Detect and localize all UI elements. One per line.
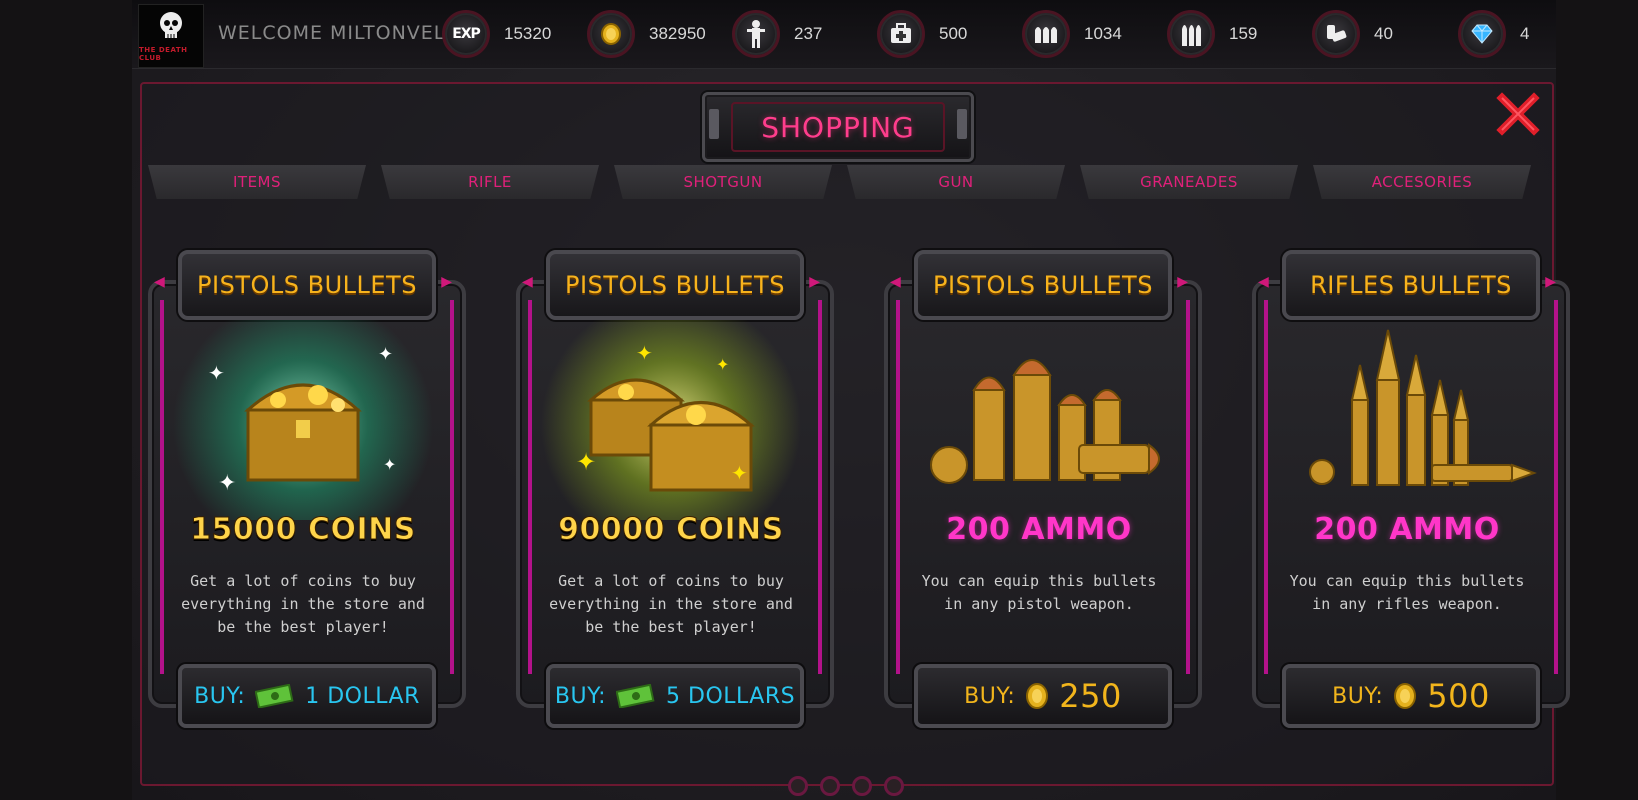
stat-diamonds: 4 bbox=[1458, 10, 1529, 58]
buy-label: BUY: bbox=[964, 683, 1016, 709]
pagination-dots bbox=[788, 776, 904, 796]
card-amount: 200 AMMO bbox=[946, 512, 1132, 547]
product-card-90000-coins: ◀ ▶ PISTOLS BULLETS ✦ ✦ ✦ ✦ 90000 COINS Ge… bbox=[506, 250, 836, 730]
game-logo: THE DEATH CLUB bbox=[138, 4, 204, 68]
arrow-right-icon[interactable]: ▶ bbox=[1545, 274, 1556, 290]
stat-shells: 40 bbox=[1312, 10, 1393, 58]
buy-button[interactable]: BUY: 250 bbox=[914, 664, 1172, 728]
exp-icon: EXP bbox=[442, 10, 490, 58]
buy-button[interactable]: BUY: 5 DOLLARS bbox=[546, 664, 804, 728]
pistol-bullets-icon bbox=[930, 359, 1160, 484]
svg-text:✦: ✦ bbox=[208, 361, 225, 385]
treasure-chest-icon: ✦ ✦ ✦ ✦ bbox=[173, 320, 433, 520]
svg-text:✦: ✦ bbox=[576, 448, 596, 476]
page-dot[interactable] bbox=[852, 776, 872, 796]
treasure-chests-icon: ✦ ✦ ✦ ✦ bbox=[541, 320, 801, 520]
buy-label: BUY: bbox=[1332, 683, 1384, 709]
svg-text:✦: ✦ bbox=[378, 344, 393, 365]
buy-price: 500 bbox=[1427, 677, 1490, 715]
stat-value: 159 bbox=[1229, 24, 1258, 43]
page-dot[interactable] bbox=[788, 776, 808, 796]
arrow-right-icon[interactable]: ▶ bbox=[809, 274, 820, 290]
stat-value: 4 bbox=[1520, 24, 1530, 43]
stat-value: 237 bbox=[794, 24, 823, 43]
svg-text:✦: ✦ bbox=[383, 455, 396, 474]
svg-text:✦: ✦ bbox=[716, 355, 729, 374]
zombie-icon bbox=[732, 10, 780, 58]
stat-exp: EXP 15320 bbox=[442, 10, 551, 58]
product-card-15000-coins: ◀ ▶ PISTOLS BULLETS ✦ ✦ ✦ ✦ 15000 COINS Ge… bbox=[138, 250, 468, 730]
stat-value: 500 bbox=[939, 24, 968, 43]
arrow-left-icon[interactable]: ◀ bbox=[890, 274, 901, 290]
diamond-icon bbox=[1458, 10, 1506, 58]
welcome-text: WELCOME MILTONVELI bbox=[218, 22, 452, 44]
coin-icon bbox=[1026, 683, 1049, 709]
arrow-left-icon[interactable]: ◀ bbox=[1258, 274, 1269, 290]
card-amount: 200 AMMO bbox=[1314, 512, 1500, 547]
stat-kills: 237 bbox=[732, 10, 822, 58]
card-description: Get a lot of coins to buy everything in … bbox=[181, 572, 425, 636]
pistol-ammo-icon bbox=[1022, 10, 1070, 58]
stat-value: 40 bbox=[1374, 24, 1393, 43]
card-title: PISTOLS BULLETS bbox=[178, 250, 436, 320]
arrow-left-icon[interactable]: ◀ bbox=[154, 274, 165, 290]
shotgun-shell-icon bbox=[1312, 10, 1360, 58]
cash-icon bbox=[616, 684, 655, 708]
skull-icon bbox=[160, 12, 182, 38]
buy-button[interactable]: BUY: 1 DOLLAR bbox=[178, 664, 436, 728]
tab-gun[interactable]: GUN bbox=[847, 165, 1065, 199]
svg-text:✦: ✦ bbox=[636, 341, 653, 365]
rifle-ammo-icon bbox=[1167, 10, 1215, 58]
svg-text:✦: ✦ bbox=[218, 471, 236, 496]
close-icon bbox=[1496, 92, 1540, 136]
card-title: RIFLES BULLETS bbox=[1282, 250, 1540, 320]
card-title: PISTOLS BULLETS bbox=[914, 250, 1172, 320]
tab-rifle[interactable]: RIFLE bbox=[381, 165, 599, 199]
card-description: Get a lot of coins to buy everything in … bbox=[549, 572, 793, 636]
stat-value: 1034 bbox=[1084, 24, 1122, 43]
buy-label: BUY: bbox=[194, 683, 246, 709]
buy-price: 5 DOLLARS bbox=[666, 683, 796, 709]
arrow-right-icon[interactable]: ▶ bbox=[441, 274, 452, 290]
shop-title-plate: SHOPPING bbox=[702, 92, 974, 162]
top-hud: THE DEATH CLUB WELCOME MILTONVELI EXP 15… bbox=[132, 0, 1556, 69]
card-description: You can equip this bullets in any rifles… bbox=[1289, 572, 1525, 613]
product-card-pistol-ammo: ◀ ▶ PISTOLS BULLETS 200 AMMO You can equ… bbox=[874, 250, 1204, 730]
card-title: PISTOLS BULLETS bbox=[546, 250, 804, 320]
page-dot[interactable] bbox=[884, 776, 904, 796]
card-description: You can equip this bullets in any pistol… bbox=[921, 572, 1157, 613]
stat-medkit: 500 bbox=[877, 10, 967, 58]
buy-label: BUY: bbox=[554, 683, 607, 709]
rifle-bullets-icon bbox=[1309, 329, 1537, 486]
buy-price: 1 DOLLAR bbox=[305, 683, 420, 709]
arrow-left-icon[interactable]: ◀ bbox=[522, 274, 533, 290]
logo-text: THE DEATH CLUB bbox=[139, 46, 188, 62]
close-button[interactable] bbox=[1496, 92, 1540, 136]
card-amount: 15000 COINS bbox=[190, 512, 416, 548]
svg-text:✦: ✦ bbox=[731, 461, 748, 485]
tab-graneades[interactable]: GRANEADES bbox=[1080, 165, 1298, 199]
cash-icon bbox=[255, 684, 294, 708]
medkit-icon bbox=[877, 10, 925, 58]
stat-value: 382950 bbox=[649, 24, 706, 43]
tab-items[interactable]: ITEMS bbox=[148, 165, 366, 199]
page-dot[interactable] bbox=[820, 776, 840, 796]
stat-coins: 382950 bbox=[587, 10, 706, 58]
stat-value: 15320 bbox=[504, 24, 552, 43]
coin-icon bbox=[1394, 683, 1417, 709]
tab-shotgun[interactable]: SHOTGUN bbox=[614, 165, 832, 199]
buy-button[interactable]: BUY: 500 bbox=[1282, 664, 1540, 728]
stat-pistol-ammo: 1034 bbox=[1022, 10, 1122, 58]
tab-accesories[interactable]: ACCESORIES bbox=[1313, 165, 1531, 199]
card-amount: 90000 COINS bbox=[558, 512, 784, 548]
coin-icon bbox=[587, 10, 635, 58]
shop-title: SHOPPING bbox=[731, 102, 945, 152]
arrow-right-icon[interactable]: ▶ bbox=[1177, 274, 1188, 290]
stat-rifle-ammo: 159 bbox=[1167, 10, 1257, 58]
product-card-rifle-ammo: ◀ ▶ RIFLES BULLETS 200 AMMO You can equi… bbox=[1242, 250, 1572, 730]
buy-price: 250 bbox=[1059, 677, 1122, 715]
